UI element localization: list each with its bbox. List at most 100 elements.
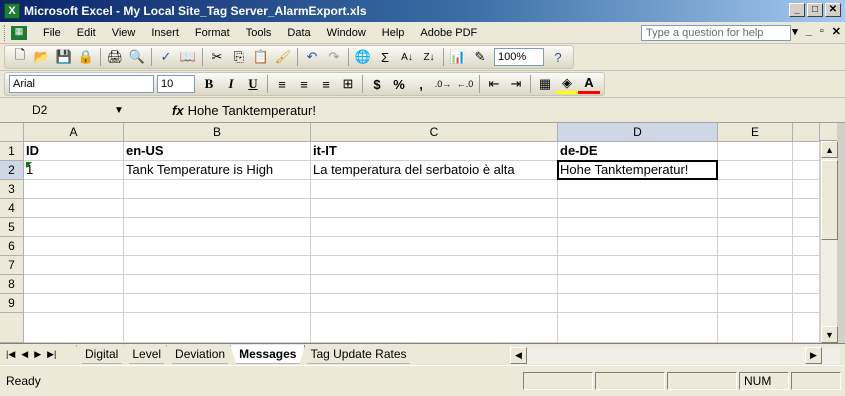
cell-d6[interactable] [558,237,718,256]
increase-indent-icon[interactable]: ⇥ [505,74,527,94]
row-header-6[interactable]: 6 [0,237,24,256]
column-header-e[interactable]: E [718,123,793,142]
cell-e3[interactable] [718,180,793,199]
menu-adobe-pdf[interactable]: Adobe PDF [412,27,485,39]
next-sheet-icon[interactable]: ▶ [34,349,41,360]
cell-f2[interactable] [793,161,820,180]
cell-c1[interactable]: it-IT [311,142,558,161]
name-box-dropdown-icon[interactable]: ▼ [110,105,128,116]
underline-button[interactable]: U [242,74,264,94]
row-header-4[interactable]: 4 [0,199,24,218]
workbook-close-button[interactable]: ✕ [832,25,841,38]
cell-f4[interactable] [793,199,820,218]
cell-e4[interactable] [718,199,793,218]
menu-edit[interactable]: Edit [69,27,104,39]
scroll-left-icon[interactable]: ◀ [510,347,527,364]
cell-d10[interactable] [558,313,718,343]
cell-d9[interactable] [558,294,718,313]
comma-button[interactable]: , [410,74,432,94]
cell-e10[interactable] [718,313,793,343]
column-header-c[interactable]: C [311,123,558,142]
format-painter-icon[interactable]: 🖌 [272,47,294,67]
decrease-indent-icon[interactable]: ⇤ [483,74,505,94]
cell-f8[interactable] [793,275,820,294]
cell-a9[interactable] [24,294,124,313]
cell-d4[interactable] [558,199,718,218]
menu-grip[interactable] [4,24,7,41]
cell-c6[interactable] [311,237,558,256]
cell-a6[interactable] [24,237,124,256]
borders-icon[interactable]: ▦ [534,74,556,94]
save-icon[interactable]: 💾 [53,47,75,67]
select-all-button[interactable] [0,123,24,142]
cell-f7[interactable] [793,256,820,275]
cell-b10[interactable] [124,313,311,343]
insert-function-button[interactable]: fx [172,103,184,118]
cell-e6[interactable] [718,237,793,256]
cell-b9[interactable] [124,294,311,313]
workbook-restore-button[interactable]: ▫ [820,25,824,38]
cell-b8[interactable] [124,275,311,294]
cell-b4[interactable] [124,199,311,218]
align-left-icon[interactable]: ≡ [271,74,293,94]
tab-digital[interactable]: Digital [76,345,127,364]
column-header-f[interactable] [793,123,820,142]
row-header-7[interactable]: 7 [0,256,24,275]
increase-decimal-icon[interactable]: .0→ [432,74,454,94]
bold-button[interactable]: B [198,74,220,94]
cell-a10[interactable] [24,313,124,343]
last-sheet-icon[interactable]: ▶| [47,349,56,360]
cell-c9[interactable] [311,294,558,313]
cell-d7[interactable] [558,256,718,275]
row-header-2[interactable]: 2 [0,161,24,180]
horizontal-scrollbar[interactable]: ◀ ▶ [510,347,840,364]
row-header-9[interactable]: 9 [0,294,24,313]
percent-button[interactable]: % [388,74,410,94]
cell-e9[interactable] [718,294,793,313]
cut-icon[interactable]: ✂ [206,47,228,67]
currency-button[interactable]: $ [366,74,388,94]
tab-deviation[interactable]: Deviation [166,345,234,364]
cell-c3[interactable] [311,180,558,199]
tab-messages[interactable]: Messages [230,345,305,364]
row-header-8[interactable]: 8 [0,275,24,294]
cell-e5[interactable] [718,218,793,237]
cell-d2-active[interactable]: Hohe Tanktemperatur! [557,160,718,180]
chart-wizard-icon[interactable]: 📊 [447,47,469,67]
column-header-d[interactable]: D [558,123,718,142]
redo-icon[interactable]: ↷ [323,47,345,67]
cell-f9[interactable] [793,294,820,313]
prev-sheet-icon[interactable]: ◀ [21,349,28,360]
vertical-scroll-thumb[interactable] [821,160,838,240]
help-dropdown-icon[interactable]: ▾ [792,25,798,38]
menu-help[interactable]: Help [374,27,413,39]
cell-b3[interactable] [124,180,311,199]
menu-tools[interactable]: Tools [238,27,280,39]
fill-color-icon[interactable]: ◈ [556,74,578,94]
error-indicator-icon[interactable] [26,162,32,168]
open-icon[interactable]: 📂 [31,47,53,67]
cell-c4[interactable] [311,199,558,218]
undo-icon[interactable]: ↶ [301,47,323,67]
cell-d3[interactable] [558,180,718,199]
cell-f10[interactable] [793,313,820,343]
cell-b2[interactable]: Tank Temperature is High [124,161,311,180]
close-button[interactable]: ✕ [825,3,841,17]
cell-b1[interactable]: en-US [124,142,311,161]
menu-view[interactable]: View [104,27,144,39]
font-select[interactable]: Arial [9,75,154,93]
permission-icon[interactable]: 🔒 [75,47,97,67]
cell-c2[interactable]: La temperatura del serbatoio è alta [311,161,558,180]
cell-c5[interactable] [311,218,558,237]
tab-tag-update-rates[interactable]: Tag Update Rates [301,345,415,364]
cell-f5[interactable] [793,218,820,237]
align-right-icon[interactable]: ≡ [315,74,337,94]
cell-b7[interactable] [124,256,311,275]
maximize-button[interactable]: □ [807,3,823,17]
sort-ascending-icon[interactable]: A↓ [396,47,418,67]
column-header-a[interactable]: A [24,123,124,142]
menu-insert[interactable]: Insert [143,27,187,39]
scroll-right-icon[interactable]: ▶ [805,347,822,364]
cell-a7[interactable] [24,256,124,275]
workbook-icon[interactable]: ▦ [11,25,27,40]
